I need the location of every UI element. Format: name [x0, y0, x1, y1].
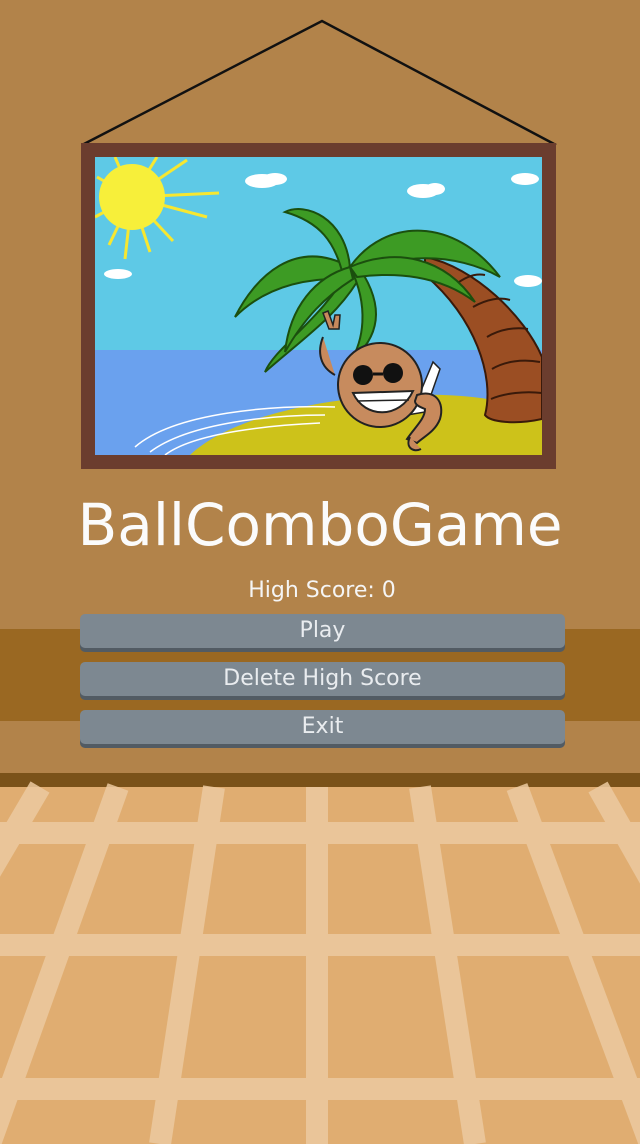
delete-high-score-button[interactable]: Delete High Score [80, 662, 565, 696]
high-score-label: High Score: 0 [248, 578, 396, 603]
hanging-string [81, 19, 557, 147]
picture-frame [81, 143, 556, 469]
exit-button[interactable]: Exit [80, 710, 565, 744]
game-title: BallComboGame [77, 491, 563, 559]
beach-illustration [95, 157, 542, 455]
play-button[interactable]: Play [80, 614, 565, 648]
